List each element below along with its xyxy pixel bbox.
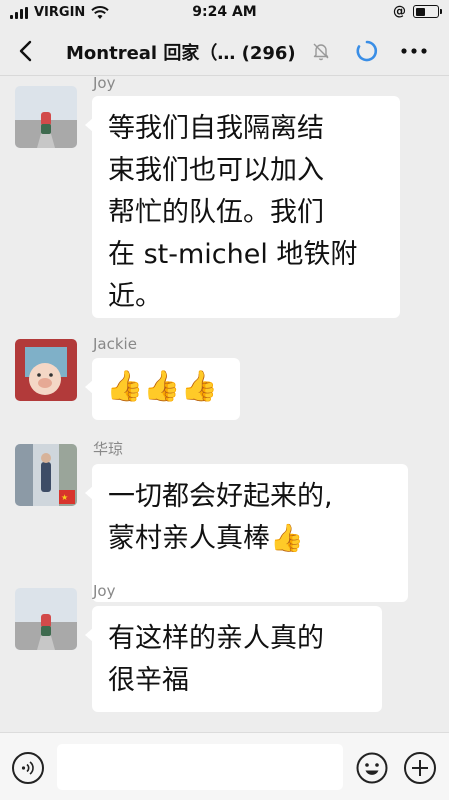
more-button[interactable] xyxy=(398,39,430,63)
message-line: 👍👍👍 xyxy=(106,369,219,404)
sender-name: 华琼 xyxy=(93,440,124,458)
message-line: 很辛福 xyxy=(108,665,189,696)
svg-text:★: ★ xyxy=(61,493,68,502)
message-line: 有这样的亲人真的 xyxy=(108,623,324,654)
orientation-lock-icon: @ xyxy=(393,4,406,19)
plus-button[interactable] xyxy=(404,752,436,784)
message-line: 在 st-michel 地铁附 xyxy=(108,239,358,270)
message-bubble[interactable]: 👍👍👍 xyxy=(85,358,240,420)
message-bubble[interactable]: 一切都会好起来的, 蒙村亲人真棒👍 xyxy=(85,464,408,602)
avatar-road-image xyxy=(15,588,77,650)
back-icon xyxy=(19,40,32,62)
avatar-pig-image xyxy=(15,339,77,401)
avatar-jackie[interactable] xyxy=(15,339,77,401)
message-line: 近。 xyxy=(108,281,162,312)
emoji-icon[interactable] xyxy=(356,752,388,784)
sender-name: Jackie xyxy=(93,335,137,353)
message-bubble[interactable]: 有这样的亲人真的 很辛福 xyxy=(85,606,382,712)
message-line: 束我们也可以加入 xyxy=(108,155,324,186)
loading-spinner-icon xyxy=(356,40,378,62)
battery-icon xyxy=(413,5,442,18)
message-line: 蒙村亲人真棒👍 xyxy=(108,523,304,554)
mute-bell-icon xyxy=(313,43,329,61)
sender-name: Joy xyxy=(93,582,116,600)
message-line: 等我们自我隔离结 xyxy=(108,113,324,144)
plus-icon xyxy=(412,760,428,776)
status-right: @ xyxy=(393,4,442,19)
avatar-road-image xyxy=(15,86,77,148)
voice-icon xyxy=(21,761,34,775)
more-icon xyxy=(401,48,427,54)
chat-header: Montreal 回家（… (296) xyxy=(0,26,449,76)
status-time: 9:24 AM xyxy=(192,4,257,20)
avatar-huaqiong[interactable]: ★ xyxy=(15,444,77,506)
message-line: 一切都会好起来的, xyxy=(108,481,333,512)
voice-button[interactable] xyxy=(12,752,44,784)
avatar-street-image: ★ xyxy=(15,444,77,506)
chat-title: Montreal 回家（… (296) xyxy=(66,43,296,64)
message-bubble[interactable]: 等我们自我隔离结 束我们也可以加入 帮忙的队伍。我们 在 st-michel 地… xyxy=(85,96,400,318)
message-input[interactable] xyxy=(57,744,343,790)
status-bar: VIRGIN 9:24 AM @ xyxy=(0,0,449,26)
sender-name: Joy xyxy=(93,74,116,92)
message-line: 帮忙的队伍。我们 xyxy=(108,197,324,228)
avatar-joy[interactable] xyxy=(15,86,77,148)
avatar-joy[interactable] xyxy=(15,588,77,650)
input-bar xyxy=(0,732,449,800)
back-button[interactable] xyxy=(12,38,38,64)
